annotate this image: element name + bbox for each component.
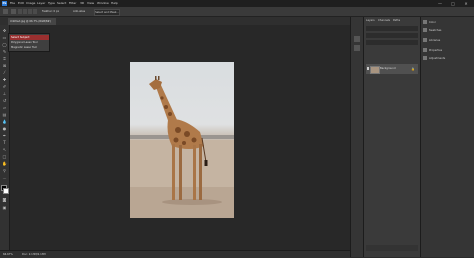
menu-image[interactable]: Image xyxy=(26,1,35,6)
layer-filter-field[interactable] xyxy=(366,26,418,31)
panel-color-label: Color xyxy=(429,21,436,24)
minimize-button[interactable]: — xyxy=(434,0,446,7)
layer-thumbnail xyxy=(370,66,380,74)
layer-row-background[interactable]: Background 🔒 xyxy=(366,64,418,74)
quick-selection-tool-icon[interactable]: ✎ xyxy=(2,49,7,54)
panel-libraries[interactable]: Libraries xyxy=(423,37,473,45)
rectangle-tool-icon[interactable]: □ xyxy=(2,154,7,159)
tab-layers[interactable]: Layers xyxy=(366,18,375,23)
path-selection-tool-icon[interactable]: ↖ xyxy=(2,147,7,152)
home-icon[interactable] xyxy=(3,9,8,14)
blur-tool-icon[interactable]: 💧 xyxy=(2,119,7,124)
eyedropper-tool-icon[interactable]: ⁄ xyxy=(2,70,7,75)
clone-stamp-tool-icon[interactable]: ⊥ xyxy=(2,91,7,96)
panel-icon-strip xyxy=(350,17,363,257)
tool-flyout-menu: Select Subject Polygonal Lasso Tool Magn… xyxy=(8,33,50,52)
document-tab-bar: Untitled.jpg @ 66.7% (RGB/8#) xyxy=(0,17,350,25)
swatches-icon xyxy=(423,28,427,32)
more-tools-icon[interactable]: … xyxy=(2,175,7,180)
tools-panel: ✥ ▭ ◯ ✎ ⌗ ⊠ ⁄ ✚ ✐ ⊥ ↺ ▱ ▤ 💧 ● ✒ T ↖ □ ✋ … xyxy=(0,25,10,250)
document-tab[interactable]: Untitled.jpg @ 66.7% (RGB/8#) xyxy=(8,18,56,25)
menu-edit[interactable]: Edit xyxy=(18,1,24,6)
color-icon xyxy=(423,20,427,24)
lasso-tool-icon[interactable]: ◯ xyxy=(2,42,7,47)
panel-swatches-label: Swatches xyxy=(429,29,442,32)
panel-properties[interactable]: Properties xyxy=(423,47,473,55)
blend-mode-dropdown[interactable] xyxy=(366,33,418,38)
menu-bar: Ps File Edit Image Layer Type Select Fil… xyxy=(0,0,474,7)
screen-mode-icon[interactable]: ▣ xyxy=(2,205,7,210)
photoshop-logo: Ps xyxy=(2,1,7,6)
maximize-button[interactable]: □ xyxy=(447,0,459,7)
move-tool-icon[interactable]: ✥ xyxy=(2,28,7,33)
giraffe-photo xyxy=(130,62,234,218)
menu-help[interactable]: Help xyxy=(111,1,118,6)
history-icon[interactable] xyxy=(354,36,360,42)
frame-tool-icon[interactable]: ⊠ xyxy=(2,63,7,68)
properties-icon[interactable] xyxy=(354,45,360,51)
libraries-icon xyxy=(423,38,427,42)
menu-item-magnetic-lasso[interactable]: Magnetic Lasso Tool xyxy=(10,45,49,50)
layer-actions-bar xyxy=(366,245,418,251)
menu-filter[interactable]: Filter xyxy=(69,1,76,6)
anti-alias-checkbox[interactable]: Anti-alias xyxy=(73,9,85,14)
menu-file[interactable]: File xyxy=(10,1,15,6)
tab-channels[interactable]: Channels xyxy=(378,18,390,23)
panel-properties-label: Properties xyxy=(429,49,443,52)
layers-panel: Layers Channels Paths Background 🔒 xyxy=(363,17,420,257)
menu-3d[interactable]: 3D xyxy=(80,1,84,6)
hand-tool-icon[interactable]: ✋ xyxy=(2,161,7,166)
lock-options-row[interactable] xyxy=(366,40,418,45)
panel-adjustments-label: Adjustments xyxy=(429,57,446,60)
menu-view[interactable]: View xyxy=(87,1,94,6)
menu-window[interactable]: Window xyxy=(97,1,109,6)
menu-layer[interactable]: Layer xyxy=(37,1,45,6)
tab-paths[interactable]: Paths xyxy=(393,18,400,23)
add-selection-icon[interactable] xyxy=(23,9,27,14)
menu-type[interactable]: Type xyxy=(48,1,55,6)
select-and-mask-button[interactable]: Select and Mask... xyxy=(94,9,120,16)
zoom-tool-icon[interactable]: ⚲ xyxy=(2,168,7,173)
menu-select[interactable]: Select xyxy=(57,1,66,6)
giraffe-illustration xyxy=(130,76,234,218)
crop-tool-icon[interactable]: ⌗ xyxy=(2,56,7,61)
panel-adjustments[interactable]: Adjustments xyxy=(423,55,473,63)
subtract-selection-icon[interactable] xyxy=(28,9,32,14)
healing-brush-tool-icon[interactable]: ✚ xyxy=(2,77,7,82)
marquee-tool-icon[interactable]: ▭ xyxy=(2,35,7,40)
gradient-tool-icon[interactable]: ▤ xyxy=(2,112,7,117)
dodge-tool-icon[interactable]: ● xyxy=(2,126,7,131)
layer-name[interactable]: Background xyxy=(380,64,395,74)
history-brush-tool-icon[interactable]: ↺ xyxy=(2,98,7,103)
feather-label: Feather: 0 px xyxy=(42,10,60,13)
eraser-tool-icon[interactable]: ▱ xyxy=(2,105,7,110)
intersect-selection-icon[interactable] xyxy=(33,9,37,14)
options-bar: Feather: 0 px Anti-alias Select and Mask… xyxy=(0,7,474,17)
close-button[interactable]: ✕ xyxy=(460,0,472,7)
panel-libraries-label: Libraries xyxy=(429,39,441,42)
panel-swatches[interactable]: Swatches xyxy=(423,27,473,35)
right-dock-panel: Color Swatches Libraries Properties Adju… xyxy=(420,17,474,257)
lock-icon: 🔒 xyxy=(411,67,415,71)
new-selection-icon[interactable] xyxy=(18,9,22,14)
panel-color[interactable]: Color xyxy=(423,19,473,27)
brush-tool-icon[interactable]: ✐ xyxy=(2,84,7,89)
eye-icon[interactable] xyxy=(367,67,369,70)
adjustments-icon xyxy=(423,56,427,60)
type-tool-icon[interactable]: T xyxy=(2,140,7,145)
lasso-tool-icon[interactable] xyxy=(11,9,16,14)
pen-tool-icon[interactable]: ✒ xyxy=(2,133,7,138)
properties-icon xyxy=(423,48,427,52)
background-color-swatch[interactable] xyxy=(3,188,9,194)
quick-mask-icon[interactable]: ◙ xyxy=(2,197,7,202)
